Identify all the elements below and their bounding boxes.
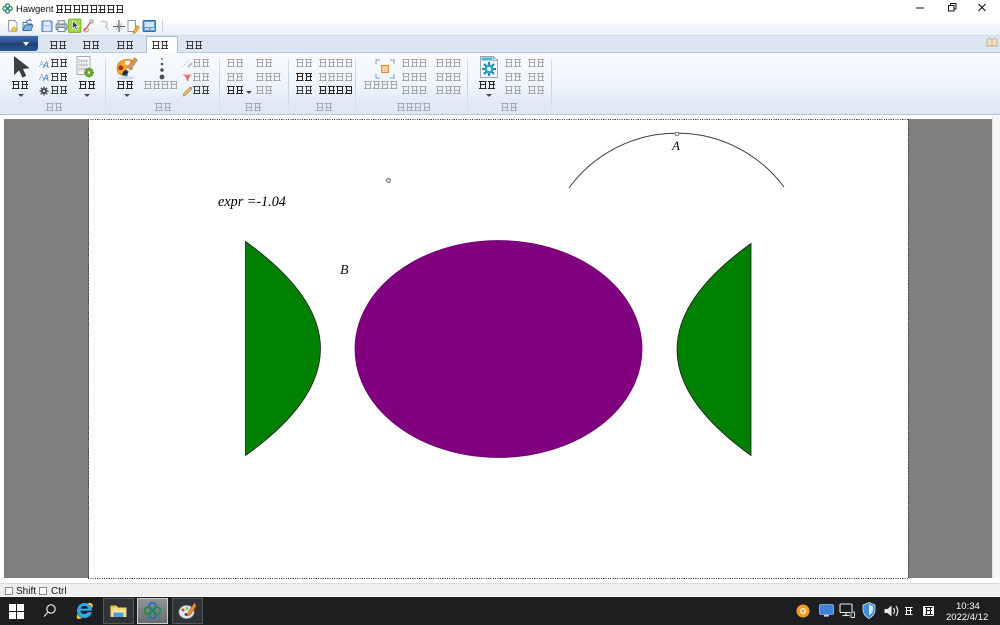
svg-text:A: A [42, 60, 49, 68]
svg-text:A: A [42, 73, 49, 81]
